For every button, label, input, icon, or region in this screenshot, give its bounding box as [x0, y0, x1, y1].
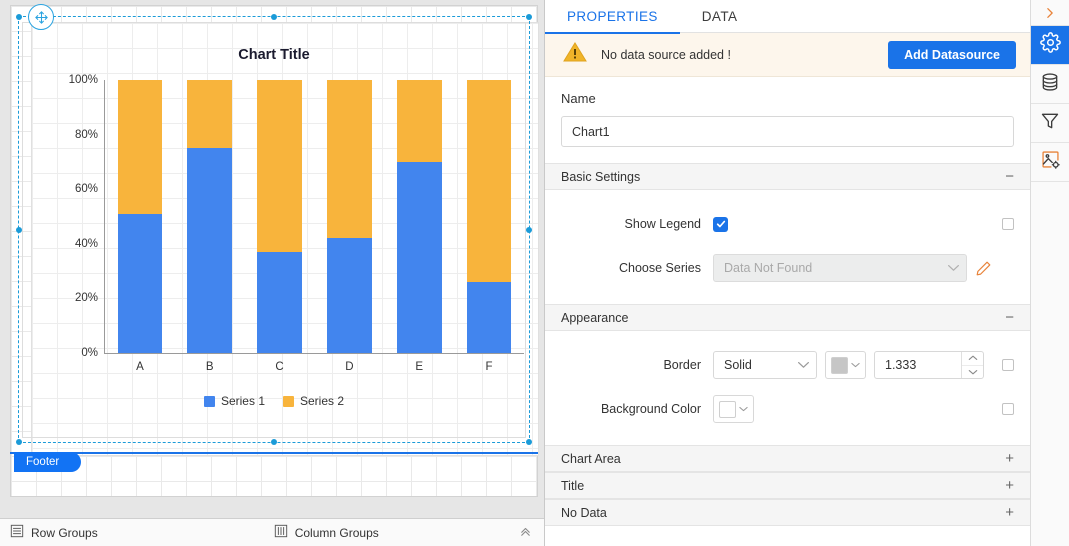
- section-title-appearance: Appearance: [561, 311, 628, 325]
- section-header-appearance[interactable]: Appearance −: [545, 304, 1030, 331]
- expand-toggle[interactable]: +: [1005, 478, 1014, 493]
- footer-separator-rule: [10, 452, 538, 454]
- border-color-swatch: [831, 357, 848, 374]
- add-datasource-button[interactable]: Add Datasource: [888, 41, 1016, 69]
- section-body-basic-settings: Show Legend Choose Series: [545, 190, 1030, 304]
- chevron-down-icon: [851, 360, 860, 370]
- rail-button-filter[interactable]: [1031, 104, 1069, 143]
- background-color-swatch: [719, 401, 736, 418]
- panel-tab-bar: PROPERTIES DATA: [545, 0, 1030, 33]
- section-header-no-data[interactable]: No Data +: [545, 499, 1030, 526]
- border-expression-checkbox[interactable]: [1002, 359, 1014, 371]
- row-groups-label: Row Groups: [31, 526, 98, 540]
- choose-series-select[interactable]: Data Not Found: [713, 254, 967, 282]
- chevron-right-icon[interactable]: [1031, 0, 1069, 26]
- section-title: No Data: [561, 506, 607, 520]
- report-designer-canvas[interactable]: Footer Chart Title 100%80%60%40%20%0%ABC…: [0, 0, 545, 546]
- name-input[interactable]: [561, 116, 1014, 147]
- image-settings-icon: [1040, 149, 1061, 175]
- row-show-legend: Show Legend: [561, 202, 1014, 246]
- choose-series-label: Choose Series: [561, 261, 713, 275]
- row-background-color: Background Color: [561, 387, 1014, 431]
- collapse-toggle-appearance[interactable]: −: [1005, 310, 1014, 325]
- gear-icon: [1040, 32, 1061, 58]
- properties-panel: PROPERTIES DATA No data source added ! A…: [545, 0, 1030, 546]
- show-legend-label: Show Legend: [561, 217, 713, 231]
- show-legend-expression-checkbox[interactable]: [1002, 218, 1014, 230]
- tab-properties[interactable]: PROPERTIES: [545, 0, 680, 33]
- database-icon: [1040, 72, 1060, 97]
- section-title: Title: [561, 479, 584, 493]
- tab-data[interactable]: DATA: [680, 0, 760, 33]
- column-groups-label: Column Groups: [295, 526, 379, 540]
- border-label: Border: [561, 358, 713, 372]
- rail-button-image-settings[interactable]: [1031, 143, 1069, 182]
- columns-icon: [274, 524, 288, 541]
- panel-scroll-body: Name Basic Settings − Show Legend: [545, 77, 1030, 546]
- warning-triangle-icon: [563, 41, 587, 68]
- border-color-picker[interactable]: [825, 351, 866, 379]
- designer-status-bar: Row Groups Column Groups: [0, 518, 545, 546]
- border-style-select[interactable]: Solid: [713, 351, 817, 379]
- background-color-picker[interactable]: [713, 395, 754, 423]
- column-groups-button[interactable]: Column Groups: [274, 524, 379, 541]
- chevron-down-icon: [937, 261, 960, 275]
- section-header-chart-area[interactable]: Chart Area +: [545, 445, 1030, 472]
- row-border: Border Solid: [561, 343, 1014, 387]
- collapsed-sections-list: Chart Area + Title + No Data +: [545, 445, 1030, 526]
- show-legend-checkbox[interactable]: [713, 217, 728, 232]
- rows-icon: [10, 524, 24, 541]
- border-style-value: Solid: [724, 358, 752, 372]
- collapse-toggle-basic-settings[interactable]: −: [1005, 169, 1014, 184]
- background-color-expression-checkbox[interactable]: [1002, 403, 1014, 415]
- border-width-value: 1.333: [875, 358, 961, 372]
- section-header-title[interactable]: Title +: [545, 472, 1030, 499]
- section-title-basic-settings: Basic Settings: [561, 170, 640, 184]
- expand-toggle[interactable]: +: [1005, 505, 1014, 520]
- chart-inner-frame: [22, 22, 526, 438]
- expand-toggle[interactable]: +: [1005, 451, 1014, 466]
- name-field-block: Name: [545, 77, 1030, 163]
- row-groups-button[interactable]: Row Groups: [10, 524, 98, 541]
- section-body-appearance: Border Solid: [545, 331, 1030, 445]
- rail-button-database[interactable]: [1031, 65, 1069, 104]
- rail-button-gear[interactable]: [1031, 26, 1069, 65]
- footer-section-tab[interactable]: Footer: [14, 452, 81, 472]
- row-choose-series: Choose Series Data Not Found: [561, 246, 1014, 290]
- stepper-up-icon[interactable]: [962, 352, 983, 365]
- section-title: Chart Area: [561, 452, 621, 466]
- pencil-icon[interactable]: [975, 260, 992, 277]
- choose-series-placeholder: Data Not Found: [724, 261, 812, 275]
- chevron-double-up-icon[interactable]: [518, 524, 533, 542]
- right-icon-rail: [1030, 0, 1069, 546]
- app-root: Footer Chart Title 100%80%60%40%20%0%ABC…: [0, 0, 1069, 546]
- chevron-down-icon: [787, 358, 810, 372]
- name-label: Name: [561, 91, 1014, 106]
- no-datasource-banner: No data source added ! Add Datasource: [545, 33, 1030, 77]
- move-arrows-icon[interactable]: [28, 4, 54, 30]
- filter-funnel-icon: [1040, 111, 1060, 136]
- no-datasource-message: No data source added !: [601, 48, 888, 62]
- background-color-label: Background Color: [561, 402, 713, 416]
- border-width-stepper[interactable]: 1.333: [874, 351, 984, 379]
- stepper-buttons: [961, 352, 983, 378]
- stepper-down-icon[interactable]: [962, 365, 983, 379]
- chevron-down-icon: [739, 404, 748, 414]
- section-header-basic-settings[interactable]: Basic Settings −: [545, 163, 1030, 190]
